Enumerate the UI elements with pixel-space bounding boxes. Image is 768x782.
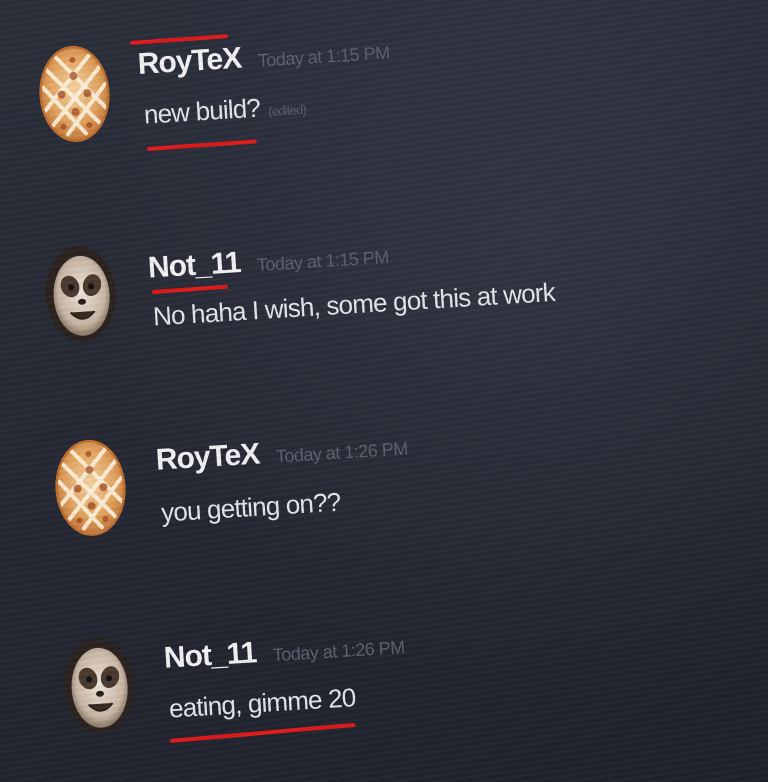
pie-icon <box>37 44 113 144</box>
author-name[interactable]: Not_11 <box>163 636 257 675</box>
avatar-roytex[interactable] <box>37 44 113 144</box>
message-3: RoyTeX Today at 1:26 PM you getting on?? <box>53 416 479 551</box>
message-text: new build? (edited) <box>143 90 307 131</box>
pie-icon <box>53 438 129 538</box>
message-body: you getting on?? <box>160 486 342 528</box>
timestamp: Today at 1:26 PM <box>275 438 409 467</box>
message-2: Not_11 Today at 1:15 PM No haha I wish, … <box>43 214 609 358</box>
avatar-roytex[interactable] <box>53 438 129 538</box>
avatar-not11[interactable] <box>43 244 119 344</box>
timestamp: Today at 1:26 PM <box>272 637 406 666</box>
message-body: new build? <box>142 92 261 130</box>
author-name[interactable]: RoyTeX <box>137 42 242 81</box>
message-header: Not_11 Today at 1:15 PM <box>147 237 390 286</box>
author-name[interactable]: Not_11 <box>147 246 241 285</box>
timestamp: Today at 1:15 PM <box>256 247 390 276</box>
sloth-icon <box>61 636 137 736</box>
avatar-not11[interactable] <box>61 636 137 736</box>
message-text: you getting on?? <box>160 487 341 529</box>
chat-screen-photo: RoyTeX Today at 1:15 PM new build? (edite… <box>0 0 768 782</box>
author-name[interactable]: RoyTeX <box>155 438 260 477</box>
message-text: eating, gimme 20 <box>168 682 356 724</box>
message-header: RoyTeX Today at 1:26 PM <box>155 428 409 477</box>
message-header: Not_11 Today at 1:26 PM <box>163 627 406 676</box>
edited-label: (edited) <box>267 101 307 120</box>
message-1: RoyTeX Today at 1:15 PM new build? (edite… <box>37 24 443 158</box>
message-body: eating, gimme 20 <box>168 682 357 724</box>
timestamp: Today at 1:15 PM <box>257 42 391 71</box>
sloth-icon <box>43 244 119 344</box>
